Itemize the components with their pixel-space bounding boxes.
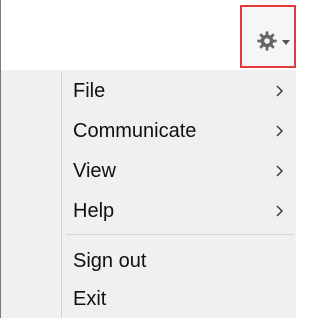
menu-item-label: Communicate bbox=[73, 120, 197, 142]
settings-dropdown-button[interactable] bbox=[240, 5, 296, 68]
chevron-right-icon bbox=[276, 165, 283, 177]
menu-item-label: Help bbox=[73, 200, 115, 222]
menu-item-label: Sign out bbox=[73, 250, 147, 272]
menu-item-label: Exit bbox=[73, 288, 107, 310]
gear-icon bbox=[257, 31, 277, 51]
menu-item-view[interactable]: View bbox=[1, 152, 296, 190]
caret-down-icon bbox=[282, 40, 290, 45]
menu-item-exit[interactable]: Exit bbox=[1, 280, 296, 318]
settings-menu-window: File Communicate View Help Sign out Exit bbox=[0, 0, 296, 318]
menu-item-label: View bbox=[73, 160, 116, 182]
menu-item-help[interactable]: Help bbox=[1, 192, 296, 230]
menu-item-sign-out[interactable]: Sign out bbox=[1, 242, 296, 280]
menu-item-file[interactable]: File bbox=[1, 72, 296, 110]
menu-divider bbox=[66, 234, 294, 235]
top-bar bbox=[1, 0, 296, 70]
menu-item-label: File bbox=[73, 80, 106, 102]
chevron-right-icon bbox=[276, 125, 283, 137]
chevron-right-icon bbox=[276, 205, 283, 217]
menu-list: File Communicate View Help Sign out Exit bbox=[1, 72, 296, 318]
chevron-right-icon bbox=[276, 85, 283, 97]
menu-item-communicate[interactable]: Communicate bbox=[1, 112, 296, 150]
